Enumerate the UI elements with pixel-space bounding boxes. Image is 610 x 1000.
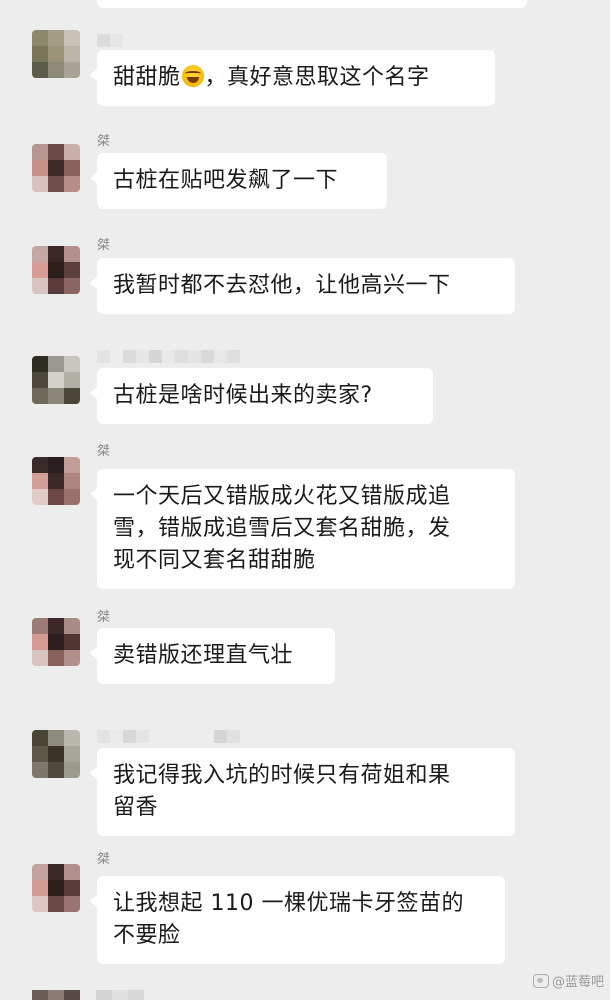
message-text: 甜甜脆	[113, 65, 181, 90]
message-bubble[interactable]: 甜甜脆 ，真好意思取这个名字	[90, 50, 495, 106]
avatar[interactable]	[32, 144, 80, 192]
avatar[interactable]	[32, 356, 80, 404]
message-bubble[interactable]: 卖错版还理直气壮	[90, 628, 335, 684]
message-bubble[interactable]: 我记得我入坑的时候只有荷姐和果 留香	[90, 748, 515, 836]
avatar[interactable]	[32, 730, 80, 778]
sender-name: 桀	[97, 444, 111, 459]
previous-message-bubble	[97, 0, 527, 8]
sender-name: 桀	[97, 238, 111, 253]
message-bubble[interactable]: 古桩是啥时候出来的卖家?	[90, 368, 433, 424]
message-text: 古桩是啥时候出来的卖家?	[113, 383, 373, 408]
message-text-line: 一个天后又错版成火花又错版成追	[113, 484, 451, 509]
avatar[interactable]	[32, 618, 80, 666]
watermark-text: @蓝莓吧	[551, 975, 604, 990]
sender-name: 桀	[97, 134, 111, 149]
avatar[interactable]	[32, 246, 80, 294]
message-text: ，真好意思取这个名字	[204, 65, 430, 90]
sender-name-blurred	[97, 730, 240, 743]
message-text: 我暂时都不去怼他，让他高兴一下	[113, 273, 451, 298]
avatar[interactable]	[32, 864, 80, 912]
watermark: @蓝莓吧	[532, 971, 604, 990]
message-text-line: 不要脸	[113, 923, 181, 948]
sender-name-blurred	[97, 350, 240, 363]
message-text-line: 我记得我入坑的时候只有荷姐和果	[113, 763, 451, 788]
camera-icon	[532, 973, 549, 988]
laughing-tears-emoji-icon	[181, 65, 204, 87]
next-message-partial	[32, 990, 144, 1000]
message-bubble[interactable]: 一个天后又错版成火花又错版成追 雪，错版成追雪后又套名甜脆，发 现不同又套名甜甜…	[90, 469, 515, 589]
message-bubble[interactable]: 让我想起 110 一棵优瑞卡牙签苗的 不要脸	[90, 876, 505, 964]
message-bubble[interactable]: 古桩在贴吧发飙了一下	[90, 153, 387, 209]
message-text-line: 让我想起 110 一棵优瑞卡牙签苗的	[113, 891, 464, 916]
sender-name: 桀	[97, 610, 111, 625]
avatar[interactable]	[32, 30, 80, 78]
message-text-line: 留香	[113, 795, 159, 820]
sender-name: 桀	[97, 852, 111, 867]
message-text-line: 雪，错版成追雪后又套名甜脆，发	[113, 516, 451, 541]
message-text-line: 现不同又套名甜甜脆	[113, 548, 316, 573]
chat-window[interactable]: 甜甜脆 ，真好意思取这个名字 桀 古桩在贴吧发飙了一下 桀 我暂时都不去怼他，让他…	[0, 0, 610, 1000]
avatar[interactable]	[32, 457, 80, 505]
message-bubble[interactable]: 我暂时都不去怼他，让他高兴一下	[90, 258, 515, 314]
message-text: 卖错版还理直气壮	[113, 643, 294, 668]
message-text: 古桩在贴吧发飙了一下	[113, 168, 339, 193]
sender-name-blurred	[97, 34, 123, 47]
